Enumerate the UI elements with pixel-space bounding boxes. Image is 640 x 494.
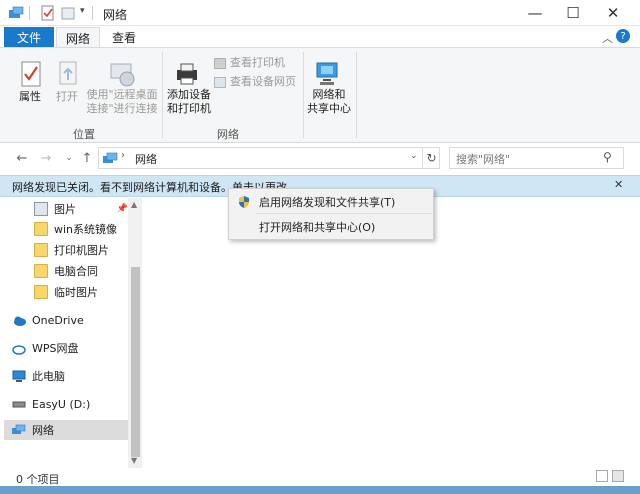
network-center-label-line2: 共享中心 — [307, 102, 351, 115]
menu-item-enable-discovery[interactable]: 启用网络发现和文件共享(T) — [229, 191, 433, 213]
tab-file[interactable]: 文件 — [4, 27, 54, 47]
group-separator — [303, 52, 304, 138]
scroll-down-icon[interactable]: ▼ — [131, 456, 137, 465]
folder-icon — [34, 285, 48, 299]
group-separator — [162, 52, 163, 138]
nav-item-temp-pictures[interactable]: 临时图片 — [34, 282, 128, 302]
nav-item-label: 临时图片 — [54, 286, 98, 299]
large-icons-view-icon[interactable] — [612, 470, 624, 482]
pictures-icon — [34, 202, 48, 216]
menu-item-label: 打开网络和共享中心(O) — [259, 221, 376, 234]
remote-desktop-label-line1: 使用"远程桌面 — [86, 88, 158, 101]
computer-icon — [12, 369, 26, 383]
customize-toolbar-icon[interactable]: ▾ — [80, 6, 85, 16]
network-icon — [12, 423, 26, 437]
view-printers-button[interactable]: 查看打印机 — [230, 56, 285, 70]
nav-item-label: EasyU (D:) — [32, 397, 91, 411]
open-button[interactable]: 打开 — [50, 90, 84, 104]
shield-icon — [229, 195, 259, 209]
nav-item-label: win系统镜像 — [54, 223, 118, 236]
collapse-ribbon-icon[interactable]: ︿ — [602, 30, 613, 46]
tab-network[interactable]: 网络 — [56, 27, 100, 48]
group-separator — [356, 52, 357, 138]
tab-view[interactable]: 查看 — [104, 27, 144, 48]
nav-item-drive-d[interactable]: EasyU (D:) — [12, 394, 130, 414]
help-icon[interactable]: ? — [616, 29, 630, 43]
breadcrumb-chevron-icon[interactable]: › — [121, 150, 125, 161]
nav-item-this-pc[interactable]: 此电脑 — [12, 366, 130, 386]
nav-item-label: 此电脑 — [32, 370, 65, 383]
window-bottom-edge — [0, 486, 640, 494]
view-device-page-button[interactable]: 查看设备网页 — [230, 75, 296, 89]
webpage-small-icon — [214, 77, 226, 88]
menu-separator — [256, 213, 432, 214]
remote-desktop-label-line2: 连接"进行连接 — [86, 102, 158, 115]
title-divider — [92, 6, 93, 20]
status-bar — [0, 468, 640, 486]
forward-icon[interactable]: → — [38, 150, 54, 166]
up-icon[interactable]: ↑ — [79, 150, 95, 166]
group-label-network: 网络 — [217, 128, 239, 141]
nav-item-label: WPS网盘 — [32, 342, 79, 355]
nav-item-wps[interactable]: WPS网盘 — [12, 338, 130, 358]
address-path[interactable]: 网络 — [135, 151, 157, 167]
nav-item-label: 图片 — [54, 203, 76, 216]
add-device-button[interactable]: 添加设备 和打印机 — [165, 88, 213, 116]
properties-button[interactable]: 属性 — [12, 90, 48, 104]
folder-icon — [34, 222, 48, 236]
details-view-icon[interactable] — [596, 470, 608, 482]
maximize-icon[interactable]: ☐ — [554, 0, 592, 26]
network-center-icon — [313, 60, 341, 88]
pin-icon[interactable]: 📌 — [117, 204, 128, 214]
add-device-label-line1: 添加设备 — [167, 88, 211, 101]
toolbar-divider — [29, 6, 30, 20]
search-placeholder: 搜索"网络" — [456, 153, 511, 166]
nav-scroll-thumb[interactable] — [131, 267, 140, 457]
wps-cloud-icon — [12, 341, 26, 355]
menu-item-open-sharing-center[interactable]: 打开网络和共享中心(O) — [229, 216, 433, 238]
nav-item-contracts[interactable]: 电脑合同 — [34, 261, 128, 281]
new-folder-quick-icon[interactable] — [60, 5, 76, 21]
group-label-location: 位置 — [73, 128, 95, 141]
nav-item-pictures[interactable]: 图片 📌 — [34, 199, 128, 219]
nav-item-label: 打印机图片 — [54, 244, 109, 257]
properties-quick-icon[interactable] — [40, 5, 56, 21]
info-bar-close-icon[interactable]: ✕ — [614, 178, 623, 191]
scroll-up-icon[interactable]: ▲ — [131, 200, 137, 209]
network-center-button[interactable]: 网络和 共享中心 — [304, 88, 354, 116]
nav-item-onedrive[interactable]: OneDrive — [12, 310, 130, 330]
back-icon[interactable]: ← — [14, 150, 30, 166]
address-dropdown-icon[interactable]: ⌄ — [410, 151, 418, 161]
recent-locations-icon[interactable]: ⌄ — [61, 150, 77, 166]
nav-item-label: 电脑合同 — [54, 265, 98, 278]
nav-item-label: 网络 — [32, 424, 54, 437]
nav-item-network[interactable]: 网络 — [4, 420, 128, 440]
cloud-icon — [12, 313, 26, 327]
network-folder-icon — [8, 5, 24, 21]
add-device-label-line2: 和打印机 — [167, 102, 211, 115]
close-icon[interactable]: ✕ — [594, 0, 632, 26]
network-center-label-line1: 网络和 — [312, 88, 346, 101]
add-printer-icon — [173, 60, 201, 88]
folder-icon — [34, 243, 48, 257]
menu-item-label: 启用网络发现和文件共享(T) — [259, 196, 396, 209]
folder-icon — [34, 264, 48, 278]
remote-desktop-button[interactable]: 使用"远程桌面 连接"进行连接 — [86, 88, 158, 116]
minimize-icon[interactable]: — — [516, 0, 554, 26]
item-count: 0 个项目 — [16, 473, 60, 486]
open-icon — [54, 60, 82, 88]
drive-icon — [12, 397, 26, 411]
refresh-icon[interactable]: ↻ — [422, 148, 440, 168]
printer-small-icon — [214, 58, 226, 69]
nav-item-win-image[interactable]: win系统镜像 — [34, 219, 128, 239]
search-icon[interactable]: ⚲ — [603, 150, 612, 164]
nav-item-printer-pictures[interactable]: 打印机图片 — [34, 240, 128, 260]
properties-icon[interactable] — [17, 60, 45, 88]
window-title: 网络 — [103, 8, 128, 22]
remote-desktop-icon — [108, 60, 136, 88]
network-location-icon — [102, 150, 118, 169]
nav-item-label: OneDrive — [32, 313, 84, 327]
